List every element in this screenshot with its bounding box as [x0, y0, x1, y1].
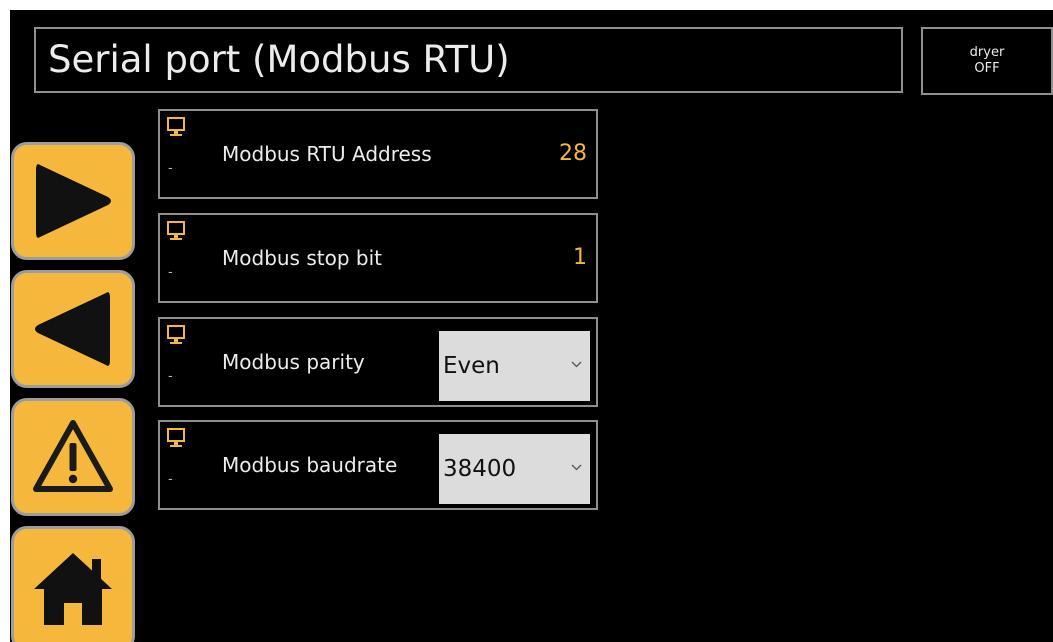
machine-status: dryer OFF — [921, 27, 1053, 95]
param-label: Modbus stop bit — [222, 246, 382, 270]
param-note: - — [168, 369, 173, 384]
baudrate-selected-value: 38400 — [443, 456, 517, 482]
page-title: Serial port (Modbus RTU) — [34, 27, 903, 93]
monitor-icon — [167, 325, 185, 344]
warning-icon — [33, 420, 113, 492]
param-modbus-address[interactable]: - Modbus RTU Address 28 — [158, 109, 598, 199]
parity-select[interactable]: Even — [439, 331, 590, 401]
back-button[interactable] — [11, 270, 135, 388]
home-icon — [34, 553, 112, 625]
param-value[interactable]: 28 — [559, 111, 587, 197]
status-state-label: OFF — [974, 61, 1000, 76]
play-left-icon — [35, 292, 110, 366]
param-value[interactable]: 1 — [573, 215, 587, 301]
baudrate-select[interactable]: 38400 — [439, 434, 590, 504]
monitor-icon — [167, 428, 185, 447]
chevron-down-icon — [571, 464, 582, 471]
alarms-button[interactable] — [11, 398, 135, 516]
hmi-screen: Serial port (Modbus RTU) dryer OFF - Mod… — [10, 10, 1053, 642]
status-device-label: dryer — [969, 45, 1005, 60]
play-right-icon — [36, 164, 111, 238]
monitor-icon — [167, 117, 185, 136]
param-label: Modbus RTU Address — [222, 142, 432, 166]
chevron-down-icon — [571, 361, 582, 368]
home-button[interactable] — [11, 526, 135, 642]
param-modbus-parity: - Modbus parity Even — [158, 317, 598, 407]
monitor-icon — [167, 221, 185, 240]
param-note: - — [168, 472, 173, 487]
parity-selected-value: Even — [443, 353, 500, 379]
param-modbus-baudrate: - Modbus baudrate 38400 — [158, 420, 598, 510]
param-note: - — [168, 161, 173, 176]
param-label: Modbus baudrate — [222, 453, 398, 477]
param-modbus-stop-bit[interactable]: - Modbus stop bit 1 — [158, 213, 598, 303]
param-note: - — [168, 265, 173, 280]
param-label: Modbus parity — [222, 350, 365, 374]
next-button[interactable] — [11, 142, 135, 260]
